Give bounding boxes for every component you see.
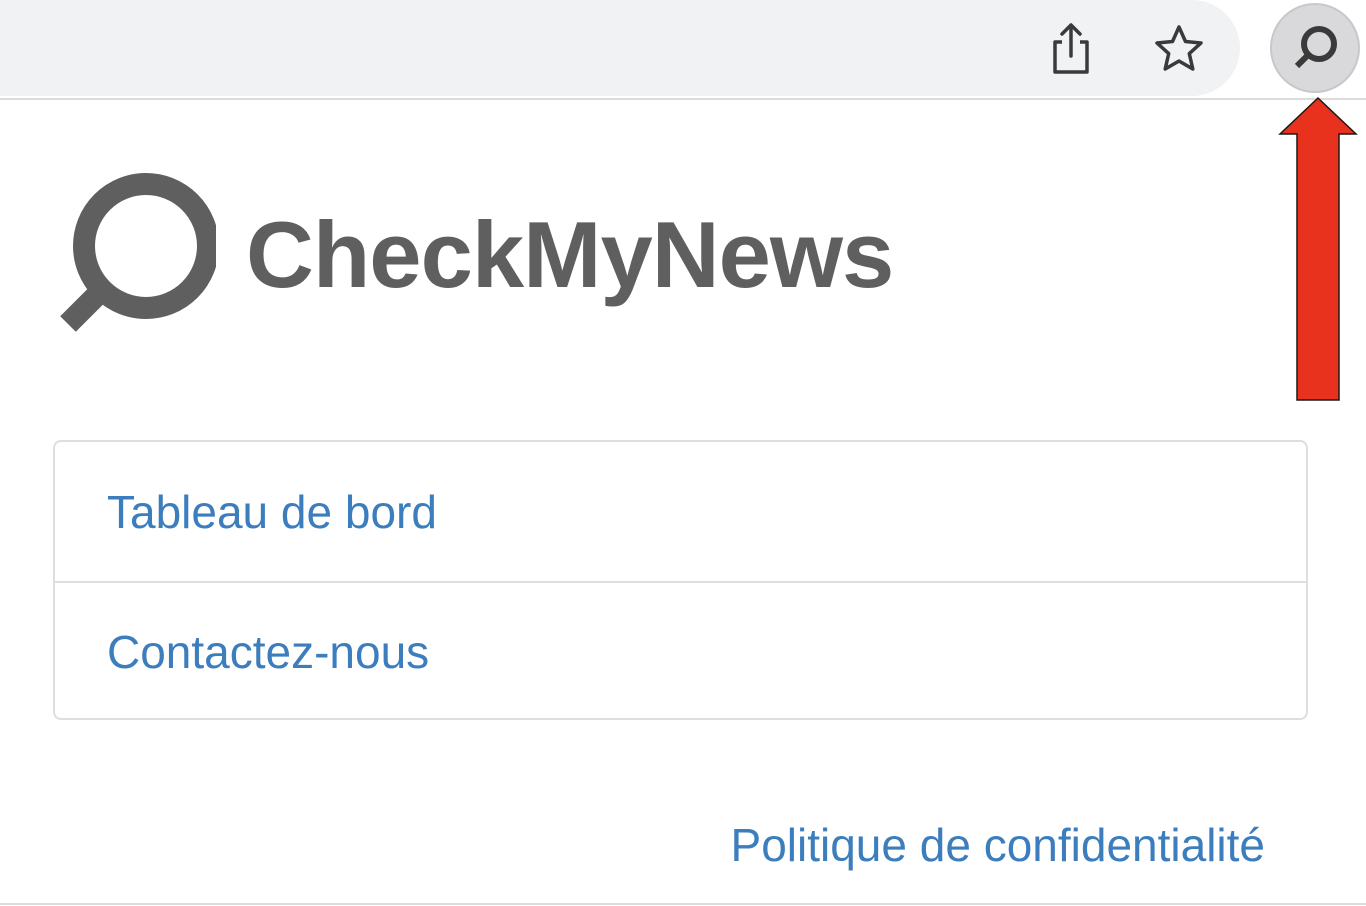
bookmark-button[interactable] (1150, 20, 1208, 78)
brand-name: CheckMyNews (246, 202, 894, 307)
magnifier-icon (1294, 26, 1337, 69)
privacy-policy-link[interactable]: Politique de confidentialité (731, 818, 1265, 872)
share-icon (1053, 23, 1089, 74)
brand-header: CheckMyNews (56, 170, 894, 340)
extension-button[interactable] (1270, 3, 1360, 93)
browser-toolbar (0, 0, 1366, 100)
logo-magnifier-icon (60, 173, 216, 332)
share-button[interactable] (1042, 20, 1100, 78)
menu-item-dashboard[interactable]: Tableau de bord (55, 442, 1306, 581)
star-icon (1155, 25, 1203, 71)
annotation-arrow (1278, 96, 1358, 401)
menu-list: Tableau de bord Contactez-nous (53, 440, 1308, 720)
divider (0, 903, 1366, 905)
menu-item-contact[interactable]: Contactez-nous (55, 581, 1306, 718)
